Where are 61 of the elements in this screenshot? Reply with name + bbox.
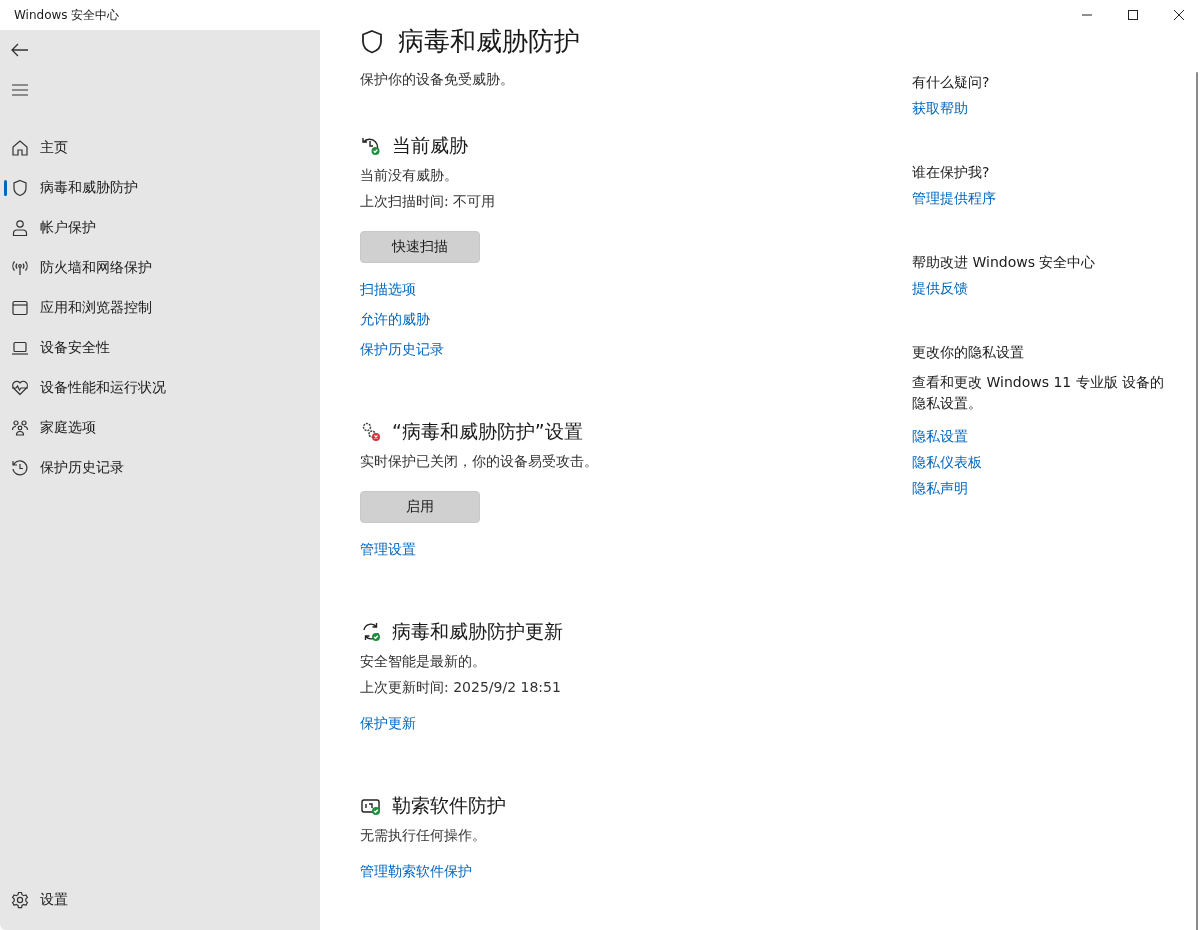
settings-icon	[11, 891, 29, 909]
link[interactable]: 扫描选项	[360, 281, 416, 299]
link[interactable]: 隐私设置	[912, 428, 968, 446]
gear-error-icon	[360, 421, 382, 443]
home-icon	[11, 139, 29, 157]
section-heading: 病毒和威胁防护更新	[392, 619, 563, 644]
link[interactable]: 隐私声明	[912, 480, 968, 498]
shield-icon	[360, 28, 384, 55]
link[interactable]: 保护历史记录	[360, 341, 444, 359]
sidebar-item[interactable]: 应用和浏览器控制	[0, 288, 320, 328]
laptop-icon	[11, 339, 29, 357]
link[interactable]: 管理设置	[360, 541, 416, 559]
status-text: 上次扫描时间: 不可用	[360, 193, 497, 211]
aside-heading: 更改你的隐私设置	[912, 344, 1025, 362]
link[interactable]: 获取帮助	[912, 100, 968, 118]
page-subtitle: 保护你的设备免受威胁。	[360, 71, 515, 89]
sidebar-item[interactable]: 保护历史记录	[0, 448, 320, 488]
section-heading: “病毒和威胁防护”设置	[392, 419, 583, 444]
status-text: 无需执行任何操作。	[360, 827, 487, 845]
link[interactable]: 隐私仪表板	[912, 454, 982, 472]
link[interactable]: 保护更新	[360, 715, 416, 733]
sidebar-item[interactable]: 防火墙和网络保护	[0, 248, 320, 288]
history-icon	[11, 459, 29, 477]
aside-heading: 谁在保护我?	[912, 164, 991, 182]
menu-icon	[12, 84, 28, 96]
aside-text: 查看和更改 Windows 11 专业版 设备的隐私设置。	[912, 373, 1166, 413]
section-heading: 当前威胁	[392, 133, 468, 158]
settings-item[interactable]: 设置	[0, 880, 320, 920]
shield-icon	[11, 179, 29, 197]
status-text: 安全智能是最新的。	[360, 653, 487, 671]
aside-heading: 有什么疑问?	[912, 74, 991, 92]
link[interactable]: 提供反馈	[912, 280, 968, 298]
sidebar-item[interactable]: 病毒和威胁防护	[0, 168, 320, 208]
sidebar-item[interactable]: 主页	[0, 128, 320, 168]
status-text: 上次更新时间: 2025/9/2 18:51	[360, 679, 562, 697]
antenna-icon	[11, 259, 29, 277]
window-icon	[11, 299, 29, 317]
clock-check-icon	[360, 135, 382, 157]
status-text: 当前没有威胁。	[360, 167, 459, 185]
window-title: Windows 安全中心	[14, 6, 120, 24]
sidebar-item[interactable]: 设备安全性	[0, 328, 320, 368]
link[interactable]: 管理提供程序	[912, 190, 996, 208]
sidebar-item[interactable]: 设备性能和运行状况	[0, 368, 320, 408]
page-title: 病毒和威胁防护	[398, 25, 580, 58]
person-icon	[11, 219, 29, 237]
link[interactable]: 管理勒索软件保护	[360, 863, 472, 881]
heart-icon	[11, 379, 29, 397]
scrollbar[interactable]	[1196, 72, 1198, 930]
back-arrow-icon	[11, 43, 29, 57]
maximize-icon	[1127, 9, 1139, 21]
section-heading: 勒索软件防护	[392, 793, 506, 818]
link[interactable]: 允许的威胁	[360, 311, 430, 329]
status-text: 实时保护已关闭，你的设备易受攻击。	[360, 453, 599, 471]
sidebar-item[interactable]: 家庭选项	[0, 408, 320, 448]
refresh-check-icon	[360, 621, 382, 643]
sidebar-item[interactable]: 帐户保护	[0, 208, 320, 248]
aside-heading: 帮助改进 Windows 安全中心	[912, 254, 1097, 272]
action-button[interactable]: 启用	[360, 491, 480, 523]
close-icon	[1173, 9, 1185, 21]
action-button[interactable]: 快速扫描	[360, 231, 480, 263]
family-icon	[11, 419, 29, 437]
